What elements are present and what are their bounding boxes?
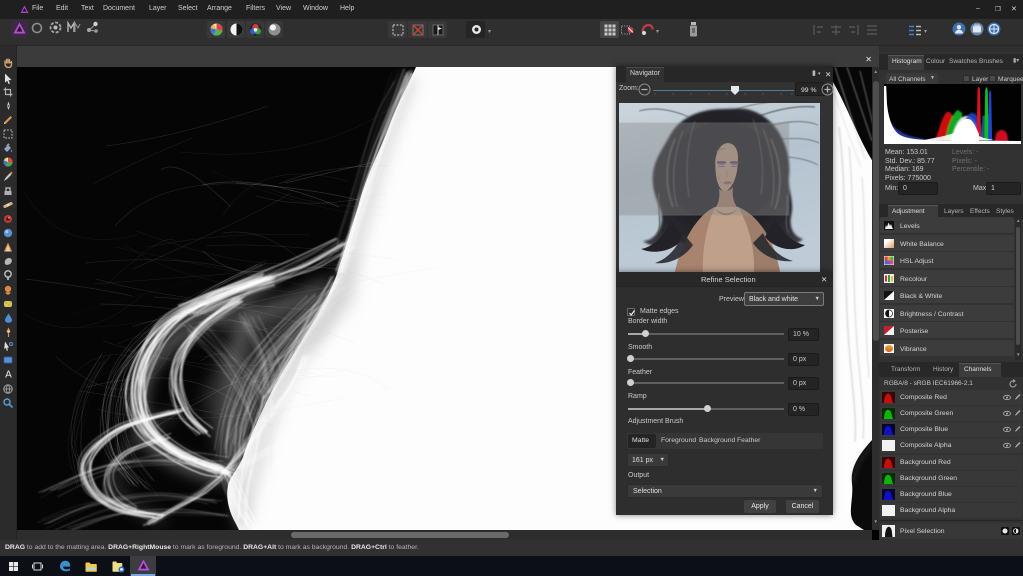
- svg-text:A: A: [5, 370, 12, 380]
